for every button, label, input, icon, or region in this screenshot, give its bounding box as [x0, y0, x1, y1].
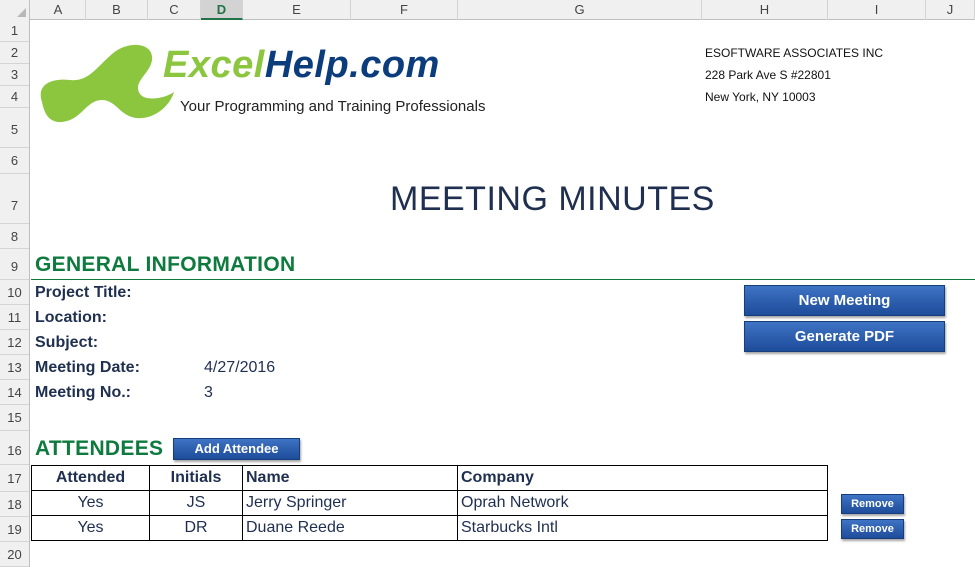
table-row: Yes DR Duane Reede Starbucks Intl [31, 515, 828, 541]
initials-column-header: Initials [149, 465, 243, 491]
column-header-b[interactable]: B [86, 0, 148, 20]
row-header-11[interactable]: 11 [0, 305, 29, 330]
initials-cell[interactable]: JS [149, 490, 243, 516]
meeting-number-value[interactable]: 3 [204, 384, 213, 402]
company-city: New York, NY 10003 [705, 90, 816, 104]
subject-label: Subject: [35, 334, 99, 351]
column-header-a[interactable]: A [31, 0, 86, 20]
row-header-16[interactable]: 16 [0, 431, 29, 465]
row-header-7[interactable]: 7 [0, 174, 29, 224]
page-title: MEETING MINUTES [390, 180, 715, 218]
company-address: 228 Park Ave S #22801 [705, 68, 831, 82]
logo-swoosh-icon [40, 44, 174, 123]
logo-wordmark: ExcelHelp.com [163, 44, 440, 87]
row-header-6[interactable]: 6 [0, 148, 29, 174]
new-meeting-button[interactable]: New Meeting [744, 285, 945, 316]
column-header-c[interactable]: C [148, 0, 201, 20]
logo-excel-text: Excel [163, 44, 265, 86]
row-header-13[interactable]: 13 [0, 355, 29, 380]
row-header-12[interactable]: 12 [0, 330, 29, 355]
name-cell[interactable]: Duane Reede [242, 515, 458, 541]
logo-help-text: Help.com [264, 44, 440, 86]
attended-cell[interactable]: Yes [31, 490, 150, 516]
column-header-e[interactable]: E [243, 0, 351, 20]
remove-button[interactable]: Remove [841, 494, 904, 514]
column-header-f[interactable]: F [351, 0, 458, 20]
generate-pdf-button[interactable]: Generate PDF [744, 321, 945, 352]
select-all-corner[interactable] [0, 0, 30, 20]
project-title-label: Project Title: [35, 284, 132, 301]
table-row: Yes JS Jerry Springer Oprah Network [31, 490, 828, 516]
column-header-d[interactable]: D [201, 0, 243, 20]
name-cell[interactable]: Jerry Springer [242, 490, 458, 516]
attended-column-header: Attended [31, 465, 150, 491]
attended-cell[interactable]: Yes [31, 515, 150, 541]
meeting-date-value[interactable]: 4/27/2016 [204, 359, 275, 377]
location-label: Location: [35, 309, 107, 326]
section-divider [31, 279, 975, 280]
row-header-5[interactable]: 5 [0, 108, 29, 148]
row-header-14[interactable]: 14 [0, 380, 29, 405]
column-header-h[interactable]: H [702, 0, 828, 20]
attendees-table: Attended Initials Name Company Yes JS Je… [31, 465, 828, 541]
name-column-header: Name [242, 465, 458, 491]
add-attendee-button[interactable]: Add Attendee [173, 438, 300, 460]
remove-button[interactable]: Remove [841, 519, 904, 539]
row-header-4[interactable]: 4 [0, 86, 29, 108]
row-header-2[interactable]: 2 [0, 42, 29, 64]
attendees-heading: ATTENDEES [35, 437, 164, 460]
meeting-number-label: Meeting No.: [35, 384, 131, 401]
company-column-header: Company [457, 465, 828, 491]
row-header-19[interactable]: 19 [0, 517, 29, 542]
column-header-j[interactable]: J [926, 0, 975, 20]
table-header-row: Attended Initials Name Company [31, 465, 828, 491]
company-name: ESOFTWARE ASSOCIATES INC [705, 46, 884, 60]
initials-cell[interactable]: DR [149, 515, 243, 541]
general-information-heading: GENERAL INFORMATION [35, 253, 296, 276]
meeting-date-label: Meeting Date: [35, 359, 140, 376]
row-header-17[interactable]: 17 [0, 465, 29, 492]
row-header-3[interactable]: 3 [0, 64, 29, 86]
row-header-20[interactable]: 20 [0, 542, 29, 567]
row-header-9[interactable]: 9 [0, 249, 29, 280]
company-cell[interactable]: Oprah Network [457, 490, 828, 516]
row-header-10[interactable]: 10 [0, 280, 29, 305]
row-header-18[interactable]: 18 [0, 492, 29, 517]
logo-tagline: Your Programming and Training Profession… [180, 98, 486, 115]
row-header-8[interactable]: 8 [0, 224, 29, 249]
row-header-15[interactable]: 15 [0, 405, 29, 431]
row-header-1[interactable]: 1 [0, 20, 29, 42]
column-header-i[interactable]: I [828, 0, 926, 20]
column-header-g[interactable]: G [458, 0, 702, 20]
company-cell[interactable]: Starbucks Intl [457, 515, 828, 541]
